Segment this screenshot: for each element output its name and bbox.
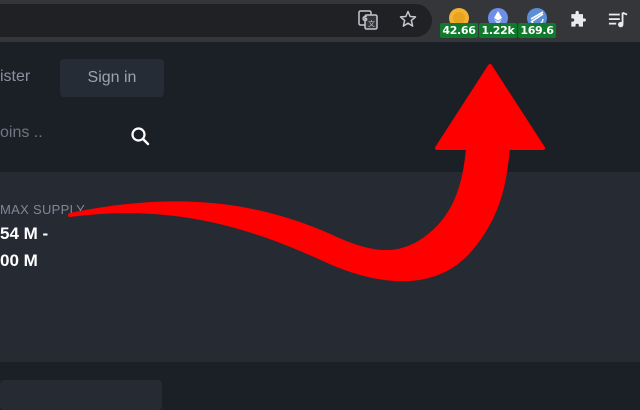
browser-toolbar: G 文 42.66 1.22k 169.6	[0, 0, 640, 42]
sign-in-button[interactable]: Sign in	[60, 59, 164, 97]
translate-icon[interactable]: G 文	[356, 8, 380, 32]
media-control-icon[interactable]	[606, 8, 630, 32]
bookmark-star-icon[interactable]	[396, 7, 420, 31]
web-page: ister Sign in oins .. MAX SUPPLY 54 M - …	[0, 42, 640, 410]
stellar-price-badge: 169.6	[518, 23, 556, 38]
ethereum-extension-button[interactable]: 1.22k	[479, 8, 517, 38]
extensions-puzzle-icon[interactable]	[566, 8, 590, 32]
coin-info-card: MAX SUPPLY 54 M - 00 M	[0, 172, 640, 362]
max-supply-value-line1: 54 M -	[0, 224, 49, 243]
max-supply-label: MAX SUPPLY	[0, 202, 86, 217]
bitcoin-price-badge: 42.66	[440, 23, 478, 38]
max-supply-value: 54 M - 00 M	[0, 220, 48, 274]
search-icon[interactable]	[130, 126, 150, 146]
ethereum-price-badge: 1.22k	[479, 23, 517, 38]
bitcoin-extension-button[interactable]: 42.66	[440, 8, 478, 38]
sign-in-label: Sign in	[87, 69, 137, 86]
search-input[interactable]: oins ..	[0, 124, 43, 142]
svg-text:文: 文	[368, 19, 375, 28]
max-supply-value-line2: 00 M	[0, 251, 38, 270]
register-link[interactable]: ister	[0, 68, 30, 86]
stellar-extension-button[interactable]: 169.6	[518, 8, 556, 38]
next-card	[0, 380, 162, 410]
